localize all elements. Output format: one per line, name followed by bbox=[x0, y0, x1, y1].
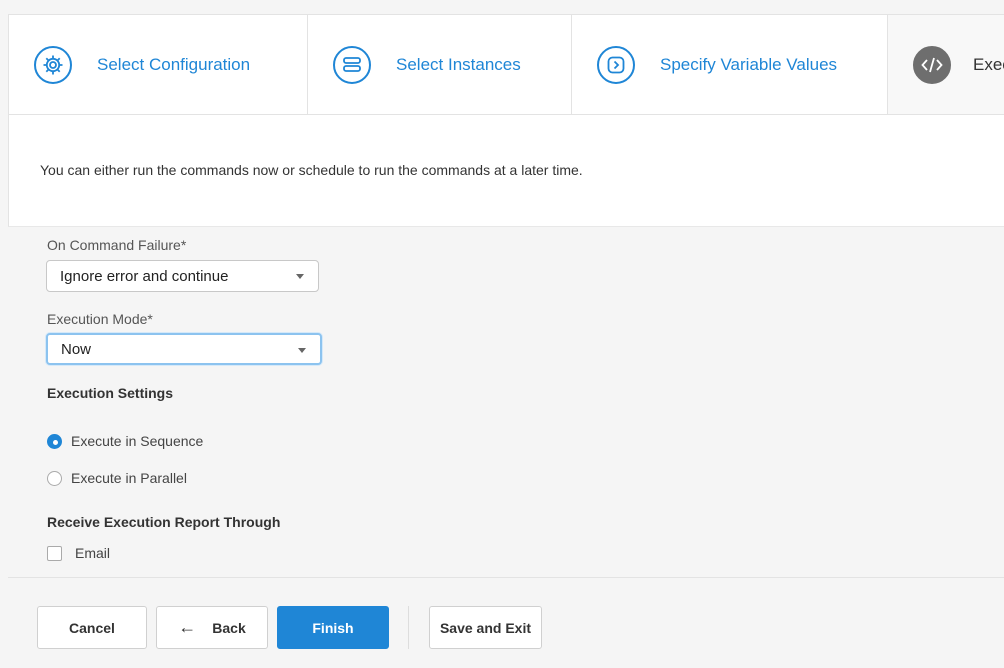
back-button[interactable]: ← Back bbox=[156, 606, 268, 649]
back-label: Back bbox=[212, 619, 246, 636]
email-label: Email bbox=[75, 545, 111, 561]
wizard-stepper: Select Configuration Select Instances Sp… bbox=[8, 14, 1004, 115]
execution-form: On Command Failure* Ignore error and con… bbox=[0, 227, 1004, 577]
step-label: Select Instances bbox=[396, 54, 521, 74]
select-value: Ignore error and continue bbox=[60, 267, 229, 285]
intro-text: You can either run the commands now or s… bbox=[40, 162, 583, 178]
wizard-footer: Cancel ← Back Finish Save and Exit bbox=[8, 577, 1004, 668]
cancel-button[interactable]: Cancel bbox=[37, 606, 147, 649]
email-checkbox-row[interactable]: Email bbox=[47, 545, 110, 561]
intro-panel: You can either run the commands now or s… bbox=[8, 115, 1004, 227]
step-select-instances[interactable]: Select Instances bbox=[308, 15, 572, 114]
radio-label: Execute in Sequence bbox=[71, 433, 204, 449]
email-checkbox[interactable] bbox=[47, 545, 62, 561]
execution-mode-label: Execution Mode* bbox=[47, 311, 153, 327]
report-title: Receive Execution Report Through bbox=[47, 514, 281, 530]
gear-icon bbox=[34, 45, 72, 84]
select-value: Now bbox=[61, 340, 92, 358]
chevron-right-icon bbox=[597, 45, 635, 84]
on-command-failure-select[interactable]: Ignore error and continue bbox=[46, 260, 319, 292]
execution-settings-title: Execution Settings bbox=[47, 385, 174, 401]
step-select-configuration[interactable]: Select Configuration bbox=[9, 15, 308, 114]
step-execute[interactable]: Exec bbox=[888, 15, 1004, 114]
code-icon bbox=[913, 45, 951, 84]
step-label: Specify Variable Values bbox=[660, 54, 838, 74]
radio-execute-in-sequence[interactable]: Execute in Sequence bbox=[47, 433, 203, 449]
step-label: Select Configuration bbox=[97, 54, 251, 74]
radio-button[interactable] bbox=[47, 470, 62, 486]
server-icon bbox=[333, 45, 371, 84]
arrow-left-icon: ← bbox=[178, 617, 197, 637]
radio-execute-in-parallel[interactable]: Execute in Parallel bbox=[47, 470, 187, 486]
save-and-exit-button[interactable]: Save and Exit bbox=[429, 606, 542, 649]
execution-mode-select[interactable]: Now bbox=[46, 333, 322, 365]
caret-down-icon bbox=[298, 348, 306, 353]
on-command-failure-label: On Command Failure* bbox=[47, 237, 187, 253]
radio-button-selected[interactable] bbox=[47, 433, 62, 449]
footer-divider bbox=[408, 606, 409, 649]
finish-button[interactable]: Finish bbox=[277, 606, 389, 649]
step-label: Exec bbox=[973, 54, 1004, 74]
radio-label: Execute in Parallel bbox=[71, 470, 187, 486]
step-specify-variable-values[interactable]: Specify Variable Values bbox=[572, 15, 888, 114]
caret-down-icon bbox=[296, 274, 304, 279]
